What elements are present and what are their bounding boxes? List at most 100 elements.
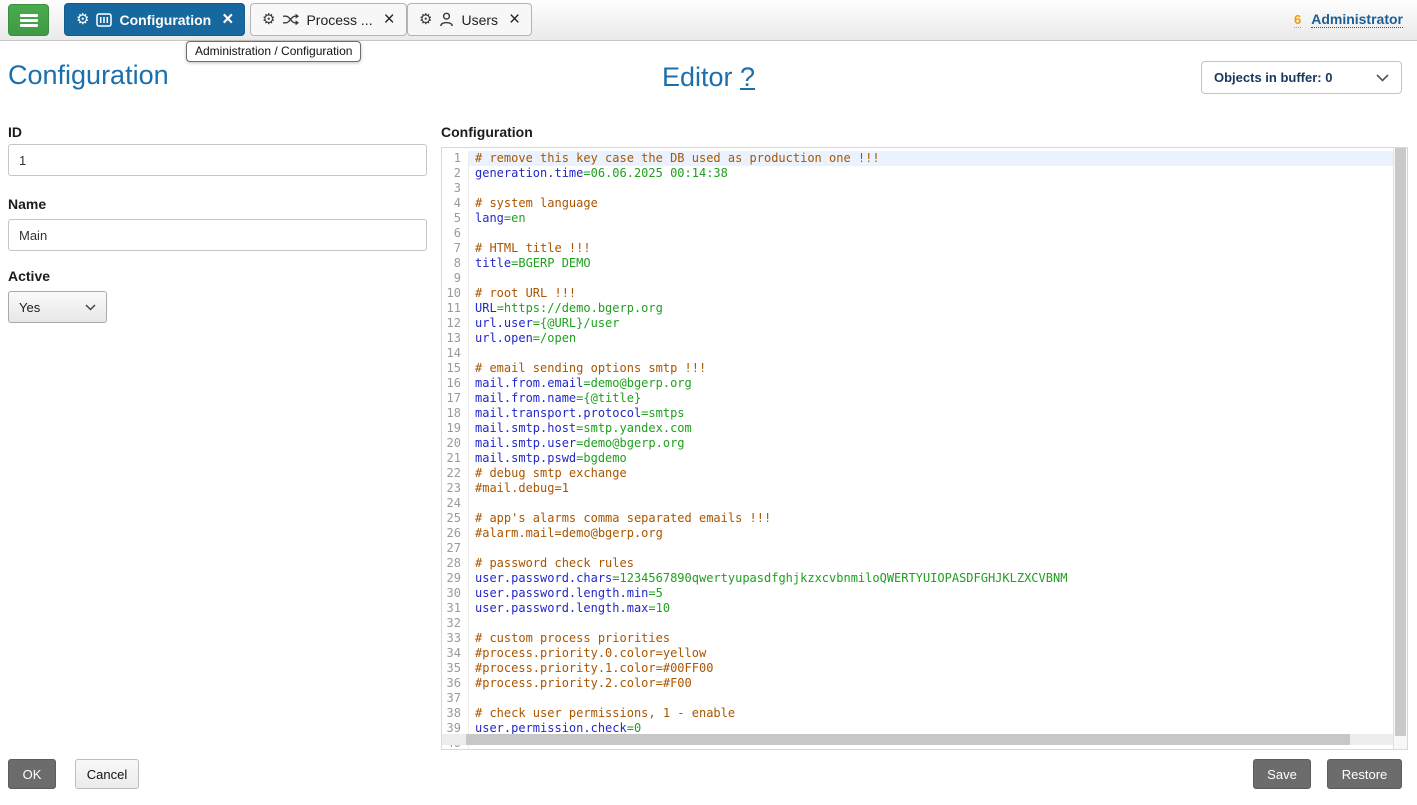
tab-process[interactable]: ⚙ Process ... × <box>250 3 407 36</box>
editor-line[interactable]: 18mail.transport.protocol=smtps <box>442 406 1393 421</box>
chevron-down-icon <box>1376 74 1389 82</box>
editor-line[interactable]: 8title=BGERP DEMO <box>442 256 1393 271</box>
editor-line[interactable]: 26#alarm.mail=demo@bgerp.org <box>442 526 1393 541</box>
editor-line[interactable]: 27 <box>442 541 1393 556</box>
editor-line[interactable]: 30user.password.length.min=5 <box>442 586 1393 601</box>
line-number: 16 <box>442 376 469 391</box>
tab-label: Configuration <box>119 12 211 28</box>
menu-button[interactable] <box>8 4 49 36</box>
editor-line[interactable]: 22# debug smtp exchange <box>442 466 1393 481</box>
editor-line[interactable]: 6 <box>442 226 1393 241</box>
editor-line[interactable]: 24 <box>442 496 1393 511</box>
line-number: 23 <box>442 481 469 496</box>
line-number: 31 <box>442 601 469 616</box>
editor-line[interactable]: 7# HTML title !!! <box>442 241 1393 256</box>
editor-line[interactable]: 4# system language <box>442 196 1393 211</box>
line-number: 18 <box>442 406 469 421</box>
editor-line[interactable]: 1# remove this key case the DB used as p… <box>442 151 1393 166</box>
editor-line[interactable]: 28# password check rules <box>442 556 1393 571</box>
line-number: 25 <box>442 511 469 526</box>
editor-line[interactable]: 12url.user={@URL}/user <box>442 316 1393 331</box>
editor-line[interactable]: 36#process.priority.2.color=#F00 <box>442 676 1393 691</box>
active-label: Active <box>8 268 50 284</box>
configuration-code-editor[interactable]: 1# remove this key case the DB used as p… <box>441 147 1408 750</box>
editor-line[interactable]: 38# check user permissions, 1 - enable <box>442 706 1393 721</box>
shuffle-icon <box>282 13 299 26</box>
cancel-button[interactable]: Cancel <box>75 759 139 789</box>
close-icon[interactable]: × <box>384 10 395 29</box>
editor-line[interactable]: 15# email sending options smtp !!! <box>442 361 1393 376</box>
line-number: 15 <box>442 361 469 376</box>
tab-label: Process ... <box>306 12 372 28</box>
editor-line[interactable]: 21mail.smtp.pswd=bgdemo <box>442 451 1393 466</box>
code-area[interactable]: 1# remove this key case the DB used as p… <box>442 148 1393 749</box>
line-number: 11 <box>442 301 469 316</box>
active-select[interactable]: Yes <box>8 291 107 323</box>
name-label: Name <box>8 196 46 212</box>
editor-line[interactable]: 29user.password.chars=1234567890qwertyup… <box>442 571 1393 586</box>
editor-line[interactable]: 14 <box>442 346 1393 361</box>
hamburger-icon <box>20 12 38 29</box>
current-user-link[interactable]: Administrator <box>1311 11 1403 28</box>
objects-buffer-dropdown[interactable]: Objects in buffer: 0 <box>1201 61 1402 94</box>
ok-button[interactable]: OK <box>8 759 56 789</box>
editor-line[interactable]: 2generation.time=06.06.2025 00:14:38 <box>442 166 1393 181</box>
editor-line[interactable]: 34#process.priority.0.color=yellow <box>442 646 1393 661</box>
close-icon[interactable]: × <box>509 10 520 29</box>
editor-line[interactable]: 25# app's alarms comma separated emails … <box>442 511 1393 526</box>
name-field[interactable] <box>8 219 427 251</box>
editor-line[interactable]: 3 <box>442 181 1393 196</box>
configuration-editor-label: Configuration <box>441 124 533 140</box>
line-number: 13 <box>442 331 469 346</box>
gear-icon: ⚙ <box>262 12 275 27</box>
line-number: 5 <box>442 211 469 226</box>
editor-line[interactable]: 32 <box>442 616 1393 631</box>
objects-buffer-label: Objects in buffer: 0 <box>1214 70 1332 85</box>
save-button[interactable]: Save <box>1253 759 1311 789</box>
close-icon[interactable]: × <box>222 10 233 29</box>
id-field[interactable] <box>8 144 427 176</box>
help-link[interactable]: ? <box>740 62 755 92</box>
line-number: 32 <box>442 616 469 631</box>
line-number: 19 <box>442 421 469 436</box>
tab-configuration[interactable]: ⚙ Configuration × <box>64 3 245 36</box>
restore-button[interactable]: Restore <box>1327 759 1402 789</box>
editor-line[interactable]: 16mail.from.email=demo@bgerp.org <box>442 376 1393 391</box>
editor-line[interactable]: 11URL=https://demo.bgerp.org <box>442 301 1393 316</box>
editor-line[interactable]: 33# custom process priorities <box>442 631 1393 646</box>
line-number: 24 <box>442 496 469 511</box>
editor-line[interactable]: 35#process.priority.1.color=#00FF00 <box>442 661 1393 676</box>
vertical-scrollbar[interactable] <box>1393 148 1407 749</box>
editor-line[interactable]: 17mail.from.name={@title} <box>442 391 1393 406</box>
active-select-value: Yes <box>19 300 40 315</box>
line-number: 6 <box>442 226 469 241</box>
editor-line[interactable]: 31user.password.length.max=10 <box>442 601 1393 616</box>
editor-line[interactable]: 10# root URL !!! <box>442 286 1393 301</box>
editor-line[interactable]: 9 <box>442 271 1393 286</box>
tab-users[interactable]: ⚙ Users × <box>407 3 532 36</box>
tab-tooltip: Administration / Configuration <box>186 41 361 62</box>
notification-count-link[interactable]: 6 <box>1294 12 1301 28</box>
line-number: 8 <box>442 256 469 271</box>
editor-line[interactable]: 19mail.smtp.host=smtp.yandex.com <box>442 421 1393 436</box>
line-number: 1 <box>442 151 469 166</box>
editor-line[interactable]: 5lang=en <box>442 211 1393 226</box>
line-number: 37 <box>442 691 469 706</box>
editor-line[interactable]: 23#mail.debug=1 <box>442 481 1393 496</box>
line-number: 20 <box>442 436 469 451</box>
editor-line[interactable]: 37 <box>442 691 1393 706</box>
line-number: 17 <box>442 391 469 406</box>
id-label: ID <box>8 124 22 140</box>
editor-line[interactable]: 20mail.smtp.user=demo@bgerp.org <box>442 436 1393 451</box>
line-number: 35 <box>442 661 469 676</box>
tab-label: Users <box>461 12 498 28</box>
page-title: Configuration <box>8 60 169 91</box>
line-number: 21 <box>442 451 469 466</box>
line-number: 38 <box>442 706 469 721</box>
line-number: 22 <box>442 466 469 481</box>
line-number: 3 <box>442 181 469 196</box>
editor-line[interactable]: 13url.open=/open <box>442 331 1393 346</box>
horizontal-scrollbar[interactable] <box>442 734 1393 745</box>
line-number: 14 <box>442 346 469 361</box>
line-number: 28 <box>442 556 469 571</box>
